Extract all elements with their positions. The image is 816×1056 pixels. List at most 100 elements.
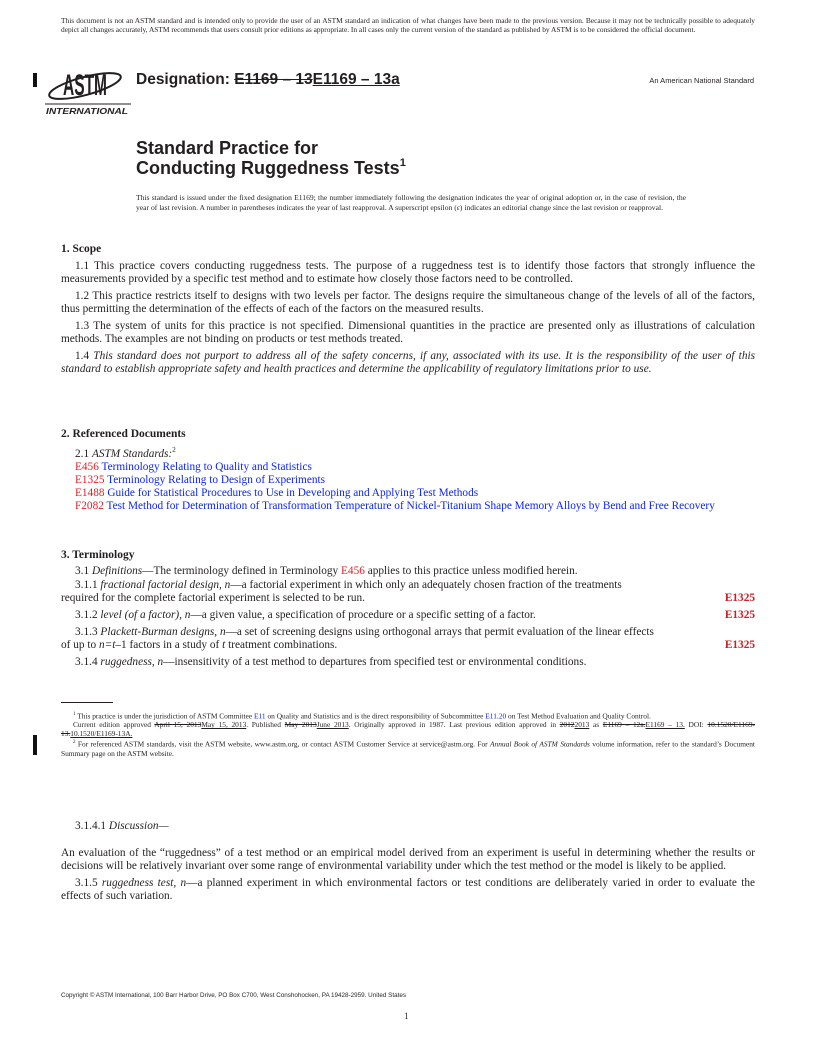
intro-label: ASTM Standards: xyxy=(91,447,173,460)
definition-3-1-1: 3.1.1 fractional factorial design, n—a f… xyxy=(61,579,755,592)
issued-note: This standard is issued under the fixed … xyxy=(136,193,686,212)
definition-text: —The terminology defined in Terminology xyxy=(142,565,339,577)
footnote-text: For referenced ASTM standards, visit the… xyxy=(77,739,488,749)
paragraph-number: 2.1 xyxy=(75,447,90,460)
revision-notice: This document is not an ASTM standard an… xyxy=(61,16,755,34)
discussion-section: 3.1.4.1 Discussion— An evaluation of the… xyxy=(61,820,755,903)
astm-logo: ASTM INTERNATIONAL xyxy=(45,57,131,117)
designation-old: E1169 – 13 xyxy=(234,71,313,88)
footnote-1: 1 This practice is under the jurisdictio… xyxy=(61,710,755,720)
source-reference[interactable]: E1325 xyxy=(725,639,755,652)
copyright-notice: Copyright © ASTM International, 100 Barr… xyxy=(61,992,406,999)
paragraph-number: 3.1.3 xyxy=(75,626,98,638)
discussion-label: Discussion— xyxy=(108,820,169,832)
definition-3-1-3-cont: of up to n=t–1 factors in a study of t t… xyxy=(61,639,755,652)
definition-text: treatment combinations. xyxy=(228,639,338,651)
definition-text: applies to this practice unless modified… xyxy=(367,565,578,577)
paragraph-1-2: 1.2 This practice restricts itself to de… xyxy=(61,290,755,315)
reference-list: E456 Terminology Relating to Quality and… xyxy=(61,461,755,513)
paragraph-1-3: 1.3 The system of units for this practic… xyxy=(61,320,755,345)
section-heading: 1. Scope xyxy=(61,243,102,255)
footnote-text: . Published xyxy=(246,720,281,730)
inserted-text: E1169 – 13. xyxy=(645,720,685,730)
reference-item: E1488 Guide for Statistical Procedures t… xyxy=(61,487,755,500)
designation-new: E1169 – 13a xyxy=(312,71,400,88)
reference-title-link[interactable]: Guide for Statistical Procedures to Use … xyxy=(107,487,478,499)
reference-code-link[interactable]: E456 xyxy=(75,461,99,473)
paragraph-1-4: 1.4 This standard does not purport to ad… xyxy=(61,350,755,376)
reference-title-link[interactable]: Terminology Relating to Design of Experi… xyxy=(107,474,325,486)
definition-text: –1 factors in a study of xyxy=(115,639,220,651)
source-reference[interactable]: E1325 xyxy=(725,592,755,605)
title-line-2: Conducting Ruggedness Tests xyxy=(136,158,400,178)
math-variable: t xyxy=(222,639,226,651)
inserted-text: May 15, 2013 xyxy=(201,720,247,730)
footnote-mark[interactable]: 2 xyxy=(172,446,176,454)
deleted-text: E1169 – 12a. xyxy=(602,720,646,730)
deleted-text: April 15, 2013 xyxy=(154,720,202,730)
footnote-text: as xyxy=(592,720,600,730)
change-bar xyxy=(33,735,37,755)
footnote-mark: 1 xyxy=(73,712,76,717)
reference-code-link[interactable]: F2082 xyxy=(75,500,104,512)
footnote-mark: 2 xyxy=(73,740,76,746)
deleted-text: May 2013 xyxy=(284,720,317,730)
discussion-text: An evaluation of the “ruggedness” of a t… xyxy=(61,847,755,872)
definition-3-1: 3.1 Definitions—The terminology defined … xyxy=(61,565,755,578)
term: ruggedness test, n xyxy=(101,877,187,889)
definition-3-1-2: 3.1.2 level (of a factor), n—a given val… xyxy=(61,609,755,622)
paragraph-number: 3.1.1 xyxy=(75,579,98,591)
committee-link-e11[interactable]: E11 xyxy=(254,711,266,720)
reference-code-link[interactable]: E1325 xyxy=(75,474,105,486)
subcommittee-link-e11-20[interactable]: E11.20 xyxy=(485,711,506,720)
source-reference[interactable]: E1325 xyxy=(725,609,755,622)
edition-note: Current edition approved April 15, 2013M… xyxy=(61,720,755,738)
inserted-text: June 2013 xyxy=(316,720,349,730)
paragraph-number: 1.4 xyxy=(75,350,90,362)
term: Plackett-Burman designs, n xyxy=(100,626,226,638)
footnote-text: on Test Method Evaluation and Quality Co… xyxy=(508,711,651,721)
definition-3-1-4: 3.1.4 ruggedness, n—insensitivity of a t… xyxy=(61,656,755,669)
paragraph-number: 3.1.5 xyxy=(75,877,98,889)
logo-subtext: INTERNATIONAL xyxy=(46,107,128,116)
reference-item: E1325 Terminology Relating to Design of … xyxy=(61,474,755,487)
national-standard-label: An American National Standard xyxy=(649,76,754,85)
paragraph-number: 3.1.2 xyxy=(75,609,98,621)
definition-3-1-5: 3.1.5 ruggedness test, n—a planned exper… xyxy=(61,877,755,903)
reference-code-link[interactable]: E1488 xyxy=(75,487,105,499)
logo-letters: ASTM xyxy=(63,69,107,102)
deleted-text: 2012 xyxy=(559,720,575,730)
footnote-text: Current edition approved xyxy=(73,720,151,730)
designation: Designation: E1169 – 13E1169 – 13a xyxy=(136,71,400,89)
section-heading: 3. Terminology xyxy=(61,549,135,561)
inserted-text: 10.1520/E1169-13A. xyxy=(70,729,133,739)
astm-logo-icon: ASTM INTERNATIONAL xyxy=(45,69,131,116)
inserted-text: 2013 xyxy=(574,720,590,730)
page-number: 1 xyxy=(404,1011,409,1021)
paragraph-1-1: 1.1 This practice covers conducting rugg… xyxy=(61,260,755,285)
definition-text: required for the complete factorial expe… xyxy=(61,592,365,604)
footnote-text: This practice is under the jurisdiction … xyxy=(77,711,253,721)
safety-caveat: This standard does not purport to addres… xyxy=(61,350,755,375)
definition-text: of up to xyxy=(61,639,97,651)
change-bar xyxy=(33,73,37,87)
doi-label: DOI: xyxy=(688,720,704,730)
definition-text: —a set of screening designs using orthog… xyxy=(225,626,654,638)
definition-3-1-3: 3.1.3 Plackett-Burman designs, n—a set o… xyxy=(61,626,755,639)
title-footnote-mark[interactable]: 1 xyxy=(400,157,406,169)
reference-item: F2082 Test Method for Determination of T… xyxy=(61,500,755,513)
section-heading: 2. Referenced Documents xyxy=(61,428,186,440)
definition-text: —a given value, a specification of proce… xyxy=(190,609,536,621)
footnote-2: 2 For referenced ASTM standards, visit t… xyxy=(61,738,755,758)
term: fractional factorial design, n xyxy=(100,579,231,591)
reference-title-link[interactable]: Test Method for Determination of Transfo… xyxy=(107,500,715,512)
reference-link-e456[interactable]: E456 xyxy=(341,565,365,577)
footnote-text: . Originally approved in 1987. Last prev… xyxy=(348,720,557,730)
title-line-1: Standard Practice for xyxy=(136,138,319,158)
footnote-text-italic: Annual Book of ASTM Standards xyxy=(490,739,590,749)
term: level (of a factor), n xyxy=(100,609,191,621)
definition-3-1-1-cont: required for the complete factorial expe… xyxy=(61,592,755,605)
reference-title-link[interactable]: Terminology Relating to Quality and Stat… xyxy=(101,461,311,473)
section-scope: 1. Scope 1.1 This practice covers conduc… xyxy=(61,243,755,376)
astm-standards-intro: 2.1 ASTM Standards:2 xyxy=(61,444,755,461)
